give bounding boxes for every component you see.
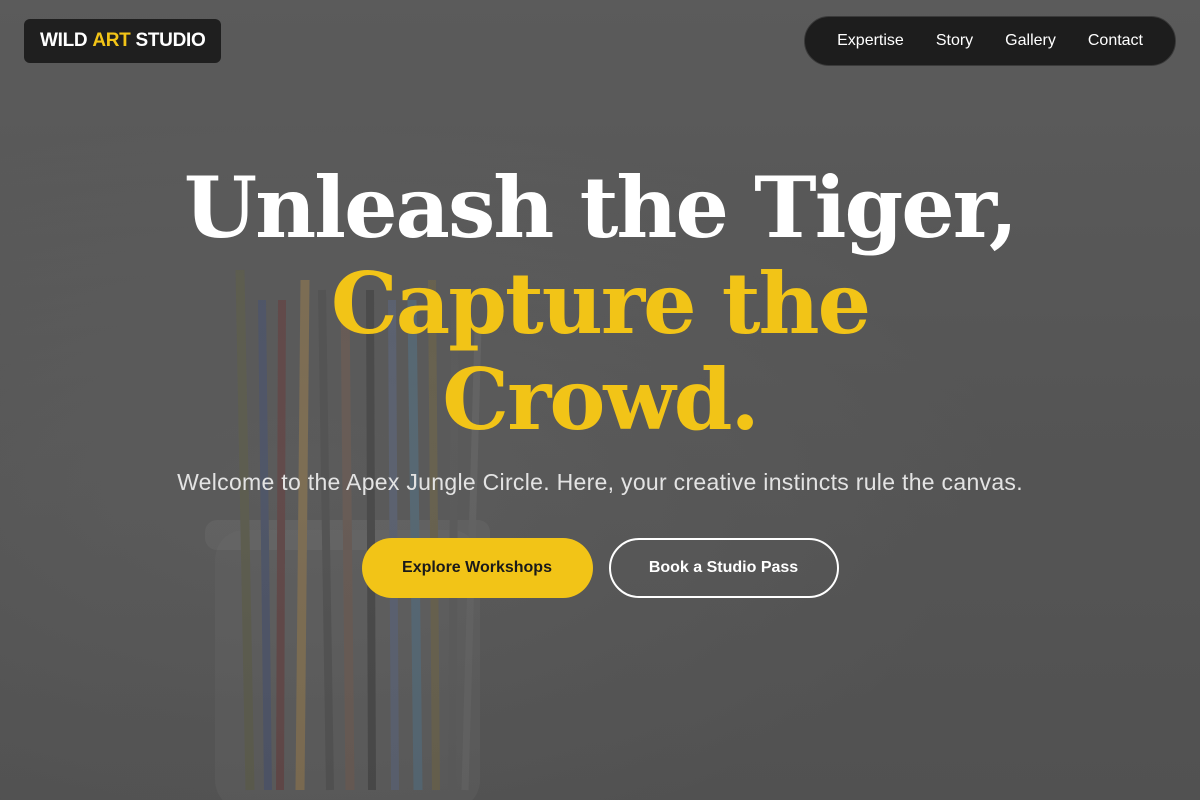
brand-part-studio: STUDIO [135,30,206,51]
hero-section: Unleash the Tiger, Capture the Crowd. We… [0,160,1200,598]
book-studio-pass-button[interactable]: Book a Studio Pass [608,538,839,598]
nav-item-story[interactable]: Story [920,32,989,50]
headline-line-1: Unleash the Tiger, [183,158,1018,257]
explore-workshops-button[interactable]: Explore Workshops [361,538,593,598]
main-nav: Expertise Story Gallery Contact [804,16,1176,66]
headline-line-2: Capture the [330,254,871,353]
headline-line-3: Crowd. [442,350,759,449]
nav-item-contact[interactable]: Contact [1072,32,1159,50]
brand-part-wild: WILD [40,30,88,51]
brand-part-art: ART [92,30,131,51]
cta-row: Explore Workshops Book a Studio Pass [0,538,1200,598]
nav-item-gallery[interactable]: Gallery [989,32,1072,50]
hero-subtitle: Welcome to the Apex Jungle Circle. Here,… [177,469,1023,495]
hero-headline: Unleash the Tiger, Capture the Crowd. [0,160,1200,448]
nav-item-expertise[interactable]: Expertise [821,32,920,50]
brand-logo[interactable]: WILD ART STUDIO [24,19,222,63]
